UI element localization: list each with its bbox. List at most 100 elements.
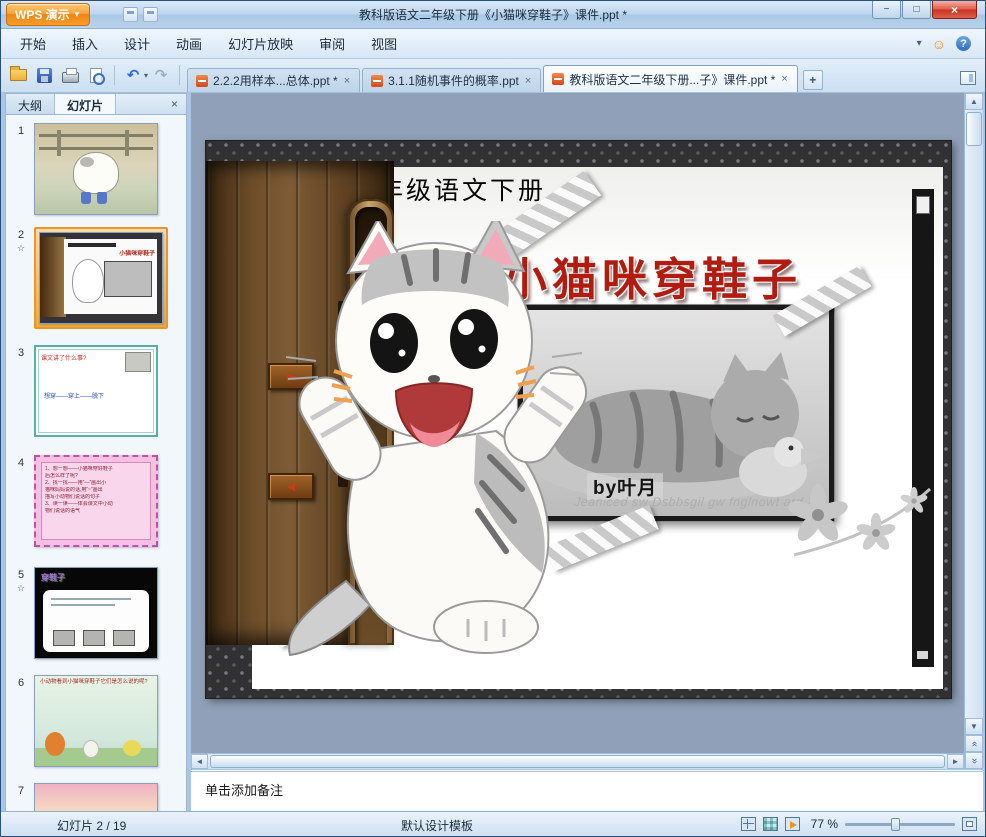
tab-slides[interactable]: 幻灯片 <box>55 94 117 114</box>
cartoon-cat-graphic[interactable] <box>276 221 606 661</box>
slides-panel: 大纲 幻灯片 × 1 2 ☆ 小猫咪穿鞋子 3 课文讲了什么事? 想穿——穿上—… <box>5 93 187 813</box>
slide-number: 6 <box>17 677 25 689</box>
notes-pane[interactable]: 单击添加备注 <box>191 769 983 813</box>
thumbnail-image[interactable] <box>34 783 158 812</box>
cabinet-graphic <box>40 237 66 317</box>
slide-thumbnail-6[interactable]: 6 小动物看到小猫咪穿鞋子它们是怎么说的呢? <box>8 675 158 767</box>
slide-editing-area[interactable]: 教科版二年级语文下册 by叶月 小猫咪穿鞋子 Jeaniced sw Dsbbs… <box>191 93 964 769</box>
flower-decoration <box>788 484 932 557</box>
mini-text-line: 物们说话的语气 <box>45 508 81 514</box>
blue-boot-graphic <box>81 192 91 204</box>
h-scroll-track[interactable] <box>208 754 947 769</box>
thumbnail-image[interactable] <box>34 123 158 215</box>
menu-item-insert[interactable]: 插入 <box>59 29 111 58</box>
panel-tabs: 大纲 幻灯片 × <box>5 93 187 115</box>
slide-thumbnail-5[interactable]: 5 ☆ 穿鞋子 <box>8 567 158 659</box>
menu-item-home[interactable]: 开始 <box>7 29 59 58</box>
tab-outline[interactable]: 大纲 <box>6 94 56 114</box>
menu-item-view[interactable]: 视图 <box>358 29 410 58</box>
window-controls: − □ × <box>871 1 977 19</box>
thumbnail-image[interactable]: 1、想一想——小猫咪穿好鞋子 后怎么样了呢? 2、找一找——用“—”画出小 猫咪… <box>34 455 158 547</box>
slide-thumbnail-4[interactable]: 4 1、想一想——小猫咪穿好鞋子 后怎么样了呢? 2、找一找——用“—”画出小 … <box>8 455 158 547</box>
open-file-icon[interactable] <box>6 63 30 87</box>
thumbnail-image[interactable]: 小动物看到小猫咪穿鞋子它们是怎么说的呢? <box>34 675 158 767</box>
v-scroll-thumb[interactable] <box>966 112 982 146</box>
zoom-level[interactable]: 77 % <box>811 817 838 831</box>
close-button[interactable]: × <box>932 1 977 19</box>
transition-star-icon: ☆ <box>16 583 26 593</box>
menu-item-animation[interactable]: 动画 <box>163 29 215 58</box>
thumbnail-image[interactable]: 穿鞋子 <box>34 567 158 659</box>
mini-text-line: 描写小动物们说话的句子 <box>45 494 101 500</box>
double-chevron-up-icon: « <box>968 741 980 746</box>
slide-canvas[interactable]: 教科版二年级语文下册 by叶月 小猫咪穿鞋子 Jeaniced sw Dsbbs… <box>206 141 951 698</box>
scroll-up-button[interactable]: ▲ <box>965 93 983 110</box>
slide-sorter-view-icon[interactable] <box>762 817 778 831</box>
thumbnail-image[interactable]: 课文讲了什么事? 想穿——穿上——脱下 <box>34 345 158 437</box>
doc-tab-1[interactable]: 2.2.2用样本...总体.ppt * × <box>187 68 361 92</box>
slide-thumbnail-2-selected[interactable]: 2 ☆ 小猫咪穿鞋子 <box>8 227 168 329</box>
page-graphic: 小猫咪穿鞋子 <box>64 239 157 314</box>
picture-graphic <box>83 630 105 646</box>
wps-presentation-window: WPS 演示 ▾ 教科版语文二年级下册《小猫咪穿鞋子》课件.ppt * − □ … <box>0 0 986 837</box>
zoom-slider-thumb[interactable] <box>891 817 900 831</box>
rooster-graphic <box>45 732 65 756</box>
redo-icon[interactable]: ↷ <box>149 63 173 87</box>
print-icon[interactable] <box>58 63 82 87</box>
tab-close-icon[interactable]: × <box>780 73 788 85</box>
minimize-button[interactable]: − <box>872 1 901 19</box>
fence-post <box>125 130 129 156</box>
tab-close-icon[interactable]: × <box>343 75 351 87</box>
menu-item-design[interactable]: 设计 <box>111 29 163 58</box>
window-title: 教科版语文二年级下册《小猫咪穿鞋子》课件.ppt * <box>358 8 628 22</box>
fit-slide-icon[interactable] <box>962 817 977 831</box>
content-panel <box>43 590 149 652</box>
slide-number: 5 <box>17 569 25 581</box>
print-preview-icon[interactable] <box>84 63 108 87</box>
menu-item-review[interactable]: 审阅 <box>306 29 358 58</box>
decorative-scrollbar-graphic <box>912 189 934 667</box>
doc-tab-2[interactable]: 3.1.1随机事件的概率.ppt × <box>362 68 542 92</box>
toolbar-options-icon[interactable]: ▾ <box>917 38 922 49</box>
h-scroll-thumb[interactable] <box>210 755 945 768</box>
text-line-graphic <box>51 604 115 606</box>
slide-thumbnail-3[interactable]: 3 课文讲了什么事? 想穿——穿上——脱下 <box>8 345 158 437</box>
mini-title: 穿鞋子 <box>41 573 65 582</box>
scroll-right-button[interactable]: ► <box>947 754 964 769</box>
notes-placeholder[interactable]: 单击添加备注 <box>205 783 283 798</box>
blue-boot-graphic <box>97 192 107 204</box>
normal-view-icon[interactable] <box>740 817 756 831</box>
tab-close-icon[interactable]: × <box>524 75 532 87</box>
maximize-button[interactable]: □ <box>902 1 931 19</box>
panel-close-icon[interactable]: × <box>163 94 186 114</box>
new-tab-button[interactable]: + <box>802 70 823 90</box>
next-slide-button[interactable]: » <box>965 752 983 769</box>
undo-icon[interactable]: ↶ <box>121 63 145 87</box>
feedback-smiley-icon[interactable]: ☺ <box>932 36 946 52</box>
thumbnail-image[interactable]: 小猫咪穿鞋子 <box>39 232 163 324</box>
help-icon[interactable]: ? <box>956 36 971 51</box>
mini-text-line: 1、想一想——小猫咪穿好鞋子 <box>45 466 113 472</box>
photo-graphic <box>104 261 152 297</box>
rabbit-graphic <box>83 740 99 758</box>
mini-text-line: 后怎么样了呢? <box>45 473 78 479</box>
scroll-left-button[interactable]: ◄ <box>191 754 208 769</box>
scroll-down-button[interactable]: ▼ <box>965 718 983 735</box>
zoom-slider[interactable] <box>845 817 955 831</box>
task-pane-toggle-icon[interactable] <box>956 68 980 92</box>
slide-thumbnail-1[interactable]: 1 <box>8 123 158 215</box>
doc-tab-3-active[interactable]: 教科版语文二年级下册...子》课件.ppt * × <box>543 65 798 92</box>
mini-text-line: 2、找一找——用“—”画出小 <box>45 480 107 486</box>
vertical-scrollbar[interactable]: ▲ ▼ « » <box>964 93 983 769</box>
horizontal-scrollbar[interactable]: ◄ ► <box>191 753 964 769</box>
slideshow-play-icon[interactable] <box>784 817 800 831</box>
v-scroll-track[interactable] <box>965 110 983 701</box>
mini-text-line: 猫咪妈妈说的话,用“~”画出 <box>45 487 103 493</box>
save-icon[interactable] <box>32 63 56 87</box>
previous-slide-button[interactable]: « <box>965 735 983 752</box>
mini-text-line: 3、读一读——体会课文中小动 <box>45 501 113 507</box>
design-template-label[interactable]: 默认设计模板 <box>401 817 473 834</box>
slide-thumbnail-7[interactable]: 7 <box>8 783 158 812</box>
menu-item-slideshow[interactable]: 幻灯片放映 <box>215 29 306 58</box>
slide-number: 4 <box>17 457 25 469</box>
